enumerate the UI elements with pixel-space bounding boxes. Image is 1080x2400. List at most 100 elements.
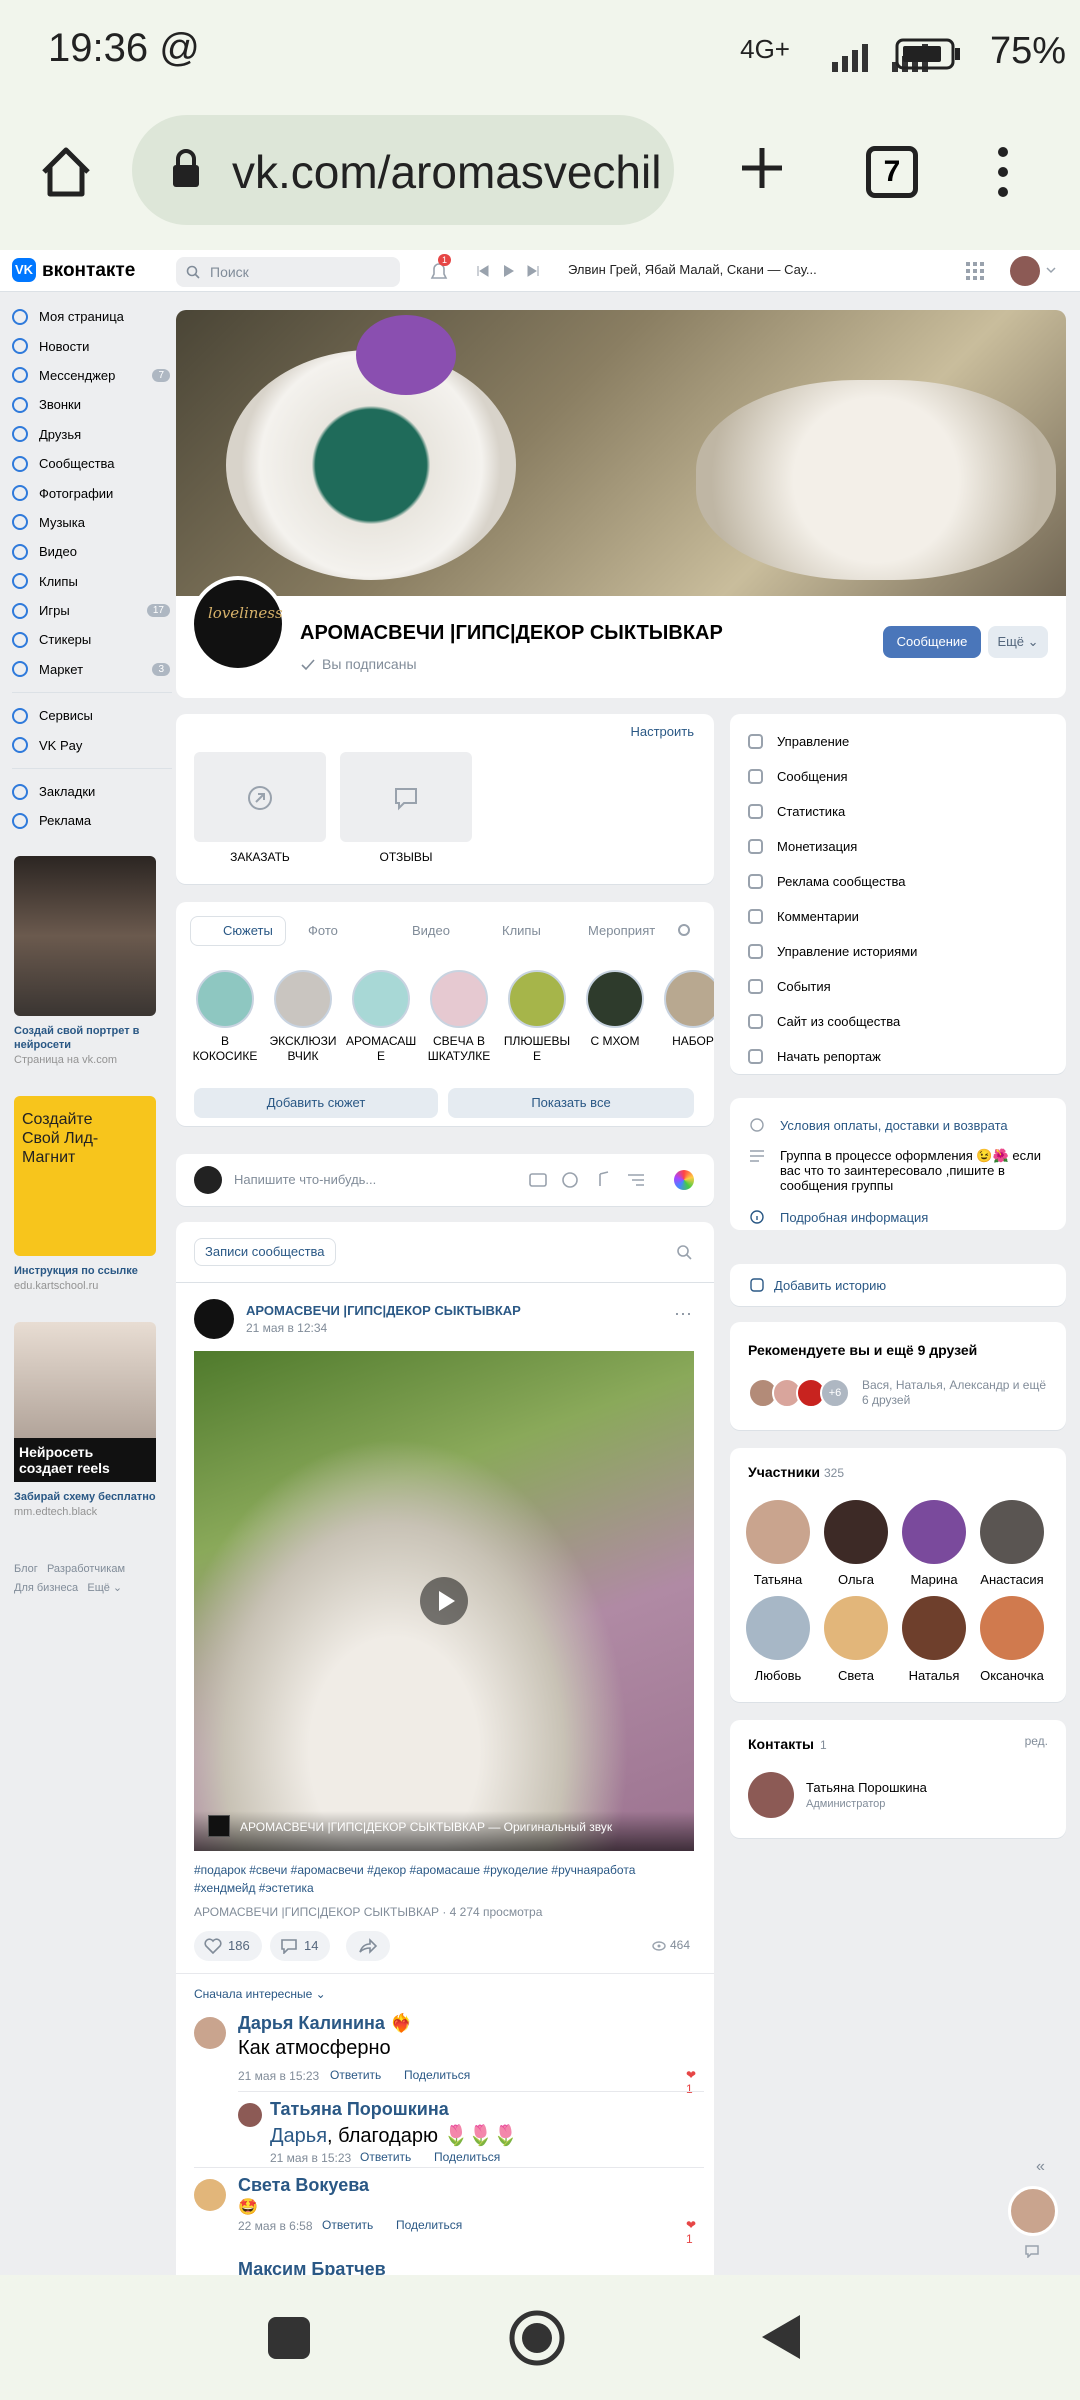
post-composer[interactable]: Напишите что-нибудь... bbox=[176, 1154, 714, 1206]
footer-link-blog[interactable]: Блог bbox=[14, 1563, 38, 1575]
sidebar-item-news[interactable]: Новости bbox=[12, 331, 172, 360]
sidebar-item-stickers[interactable]: Стикеры bbox=[12, 625, 172, 654]
overflow-menu-icon[interactable] bbox=[990, 144, 1016, 200]
share-link[interactable]: Поделиться bbox=[434, 2150, 500, 2164]
post-hashtags[interactable]: #подарок #свечи #аромасвечи #декор #аром… bbox=[194, 1861, 694, 1897]
edit-link[interactable]: ред. bbox=[1025, 1734, 1048, 1748]
manage-item[interactable]: События bbox=[748, 969, 1048, 1004]
back-icon[interactable] bbox=[758, 2311, 804, 2363]
contacts-title[interactable]: Контакты bbox=[748, 1736, 814, 1752]
footer-link-business[interactable]: Для бизнеса bbox=[14, 1582, 78, 1594]
player-controls-icon[interactable] bbox=[476, 263, 546, 279]
composer-tools-icon[interactable] bbox=[528, 1170, 668, 1190]
sidebar-item-ads[interactable]: Реклама bbox=[12, 806, 172, 835]
sidebar-item-bookmarks[interactable]: Закладки bbox=[12, 777, 172, 806]
manage-item[interactable]: Статистика bbox=[748, 794, 1048, 829]
apps-grid-icon[interactable] bbox=[966, 262, 984, 280]
story-item[interactable]: ПЛЮШЕВЫ Е bbox=[502, 970, 572, 1064]
member-item[interactable]: Анастасия bbox=[972, 1500, 1052, 1587]
posts-tab[interactable]: Записи сообщества bbox=[194, 1238, 336, 1266]
comment-avatar[interactable] bbox=[194, 2017, 226, 2049]
footer-link-dev[interactable]: Разработчикам bbox=[47, 1563, 125, 1575]
member-item[interactable]: Ольга bbox=[816, 1500, 896, 1587]
subscribed-status[interactable]: Вы подписаны bbox=[322, 656, 417, 672]
sidebar-item-groups[interactable]: Сообщества bbox=[12, 449, 172, 478]
ad-reels[interactable]: Нейросеть создает reels Забирай схему бе… bbox=[14, 1322, 156, 1518]
search-icon[interactable] bbox=[676, 1244, 692, 1260]
ad-lead-magnet[interactable]: Создайте Свой Лид-Магнит Инструкция по с… bbox=[14, 1096, 156, 1292]
more-button[interactable]: Ещё ⌄ bbox=[988, 626, 1048, 658]
members-title[interactable]: Участники bbox=[748, 1464, 820, 1480]
story-item[interactable]: АРОМАСАШ Е bbox=[346, 970, 416, 1064]
chat-bubble-icon[interactable] bbox=[1024, 2244, 1040, 2258]
contact-name[interactable]: Татьяна Порошкина bbox=[806, 1780, 927, 1795]
vk-logo-icon[interactable]: VK bbox=[12, 258, 36, 282]
add-story-card[interactable]: Добавить историю bbox=[730, 1264, 1066, 1306]
now-playing-track[interactable]: Элвин Грей, Ябай Малай, Скани — Сау... bbox=[568, 262, 817, 277]
manage-item[interactable]: Начать репортаж bbox=[748, 1039, 1048, 1074]
link-tile-order[interactable] bbox=[194, 752, 326, 842]
contact-avatar[interactable] bbox=[748, 1772, 794, 1818]
sidebar-item-messenger[interactable]: Мессенджер 7 bbox=[12, 361, 172, 390]
share-link[interactable]: Поделиться bbox=[404, 2068, 470, 2082]
manage-item[interactable]: Сообщения bbox=[748, 759, 1048, 794]
member-item[interactable]: Любовь bbox=[738, 1596, 818, 1683]
comment-avatar[interactable] bbox=[194, 2179, 226, 2211]
sidebar-item-vkpay[interactable]: VK Pay bbox=[12, 730, 172, 759]
comment-author[interactable]: Максим Братчев bbox=[238, 2259, 386, 2275]
home-nav-icon[interactable] bbox=[508, 2309, 566, 2367]
more-friends-badge[interactable]: +6 bbox=[820, 1378, 850, 1408]
tab-switcher-button[interactable]: 7 bbox=[866, 146, 918, 198]
vk-logo-text[interactable]: вконтакте bbox=[42, 260, 135, 282]
sidebar-item-calls[interactable]: Звонки bbox=[12, 390, 172, 419]
mention-link[interactable]: Дарья bbox=[270, 2125, 327, 2147]
comment-author[interactable]: Татьяна Порошкина bbox=[270, 2099, 449, 2120]
configure-link[interactable]: Настроить bbox=[630, 724, 694, 739]
new-tab-icon[interactable] bbox=[738, 144, 786, 192]
post-video[interactable]: АРОМАСВЕЧИ |ГИПС|ДЕКОР СЫКТЫВКАР — Ориги… bbox=[194, 1351, 694, 1851]
sidebar-item-video[interactable]: Видео bbox=[12, 537, 172, 566]
reply-link[interactable]: Ответить bbox=[330, 2068, 381, 2082]
member-item[interactable]: Татьяна bbox=[738, 1500, 818, 1587]
footer-link-more[interactable]: Ещё bbox=[87, 1582, 110, 1594]
add-story-button[interactable]: Добавить сюжет bbox=[194, 1088, 438, 1118]
tab-stories[interactable]: Сюжеты bbox=[190, 916, 286, 946]
sidebar-item-music[interactable]: Музыка bbox=[12, 508, 172, 537]
sidebar-item-friends[interactable]: Друзья bbox=[12, 420, 172, 449]
chevron-down-icon[interactable] bbox=[1046, 267, 1056, 275]
story-item[interactable]: ЭКСКЛЮЗИ ВЧИК bbox=[268, 970, 338, 1064]
link-tile-reviews[interactable] bbox=[340, 752, 472, 842]
tab-video[interactable]: Видео bbox=[412, 923, 450, 938]
story-item[interactable]: В КОКОСИКЕ bbox=[190, 970, 260, 1064]
sidebar-item-photos[interactable]: Фотографии bbox=[12, 478, 172, 507]
address-bar[interactable]: vk.com/aromasvechil bbox=[132, 115, 674, 225]
reply-link[interactable]: Ответить bbox=[322, 2218, 373, 2232]
member-item[interactable]: Света bbox=[816, 1596, 896, 1683]
member-item[interactable]: Наталья bbox=[894, 1596, 974, 1683]
comments-sort[interactable]: Сначала интересные ⌄ bbox=[194, 1987, 326, 2001]
post-author[interactable]: АРОМАСВЕЧИ |ГИПС|ДЕКОР СЫКТЫВКАР bbox=[246, 1303, 521, 1318]
member-item[interactable]: Оксаночка bbox=[972, 1596, 1052, 1683]
story-item[interactable]: СВЕЧА В ШКАТУЛКЕ bbox=[424, 970, 494, 1064]
manage-item[interactable]: Реклама сообщества bbox=[748, 864, 1048, 899]
post-date[interactable]: 21 мая в 12:34 bbox=[246, 1321, 327, 1335]
tab-events[interactable]: Мероприят bbox=[588, 923, 680, 938]
home-icon[interactable] bbox=[38, 144, 94, 200]
post-author-avatar[interactable] bbox=[194, 1299, 234, 1339]
terms-link[interactable]: Условия оплаты, доставки и возврата bbox=[780, 1118, 1008, 1133]
story-item[interactable]: С МХОМ bbox=[580, 970, 650, 1049]
manage-item[interactable]: Сайт из сообщества bbox=[748, 1004, 1048, 1039]
color-picker-icon[interactable] bbox=[674, 1170, 694, 1190]
member-item[interactable]: Марина bbox=[894, 1500, 974, 1587]
post-menu-icon[interactable]: ··· bbox=[674, 1303, 692, 1324]
manage-item[interactable]: Комментарии bbox=[748, 899, 1048, 934]
recents-icon[interactable] bbox=[268, 2317, 310, 2359]
manage-item[interactable]: Управление историями bbox=[748, 934, 1048, 969]
link-label[interactable]: ЗАКАЗАТЬ bbox=[194, 850, 326, 864]
details-link[interactable]: Подробная информация bbox=[780, 1210, 928, 1225]
show-all-button[interactable]: Показать все bbox=[448, 1088, 694, 1118]
story-item[interactable]: НАБОР bbox=[658, 970, 714, 1049]
play-icon[interactable] bbox=[420, 1577, 468, 1625]
message-button[interactable]: Сообщение bbox=[883, 626, 981, 658]
comment-button[interactable]: 14 bbox=[270, 1931, 331, 1961]
